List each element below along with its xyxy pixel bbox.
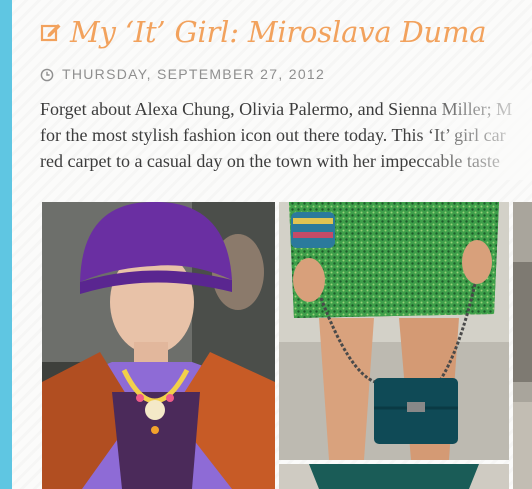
- left-rail: [0, 0, 12, 489]
- post-date: THURSDAY, SEPTEMBER 27, 2012: [62, 66, 326, 82]
- clock-icon: [40, 67, 54, 82]
- edit-icon[interactable]: [40, 21, 62, 43]
- post-title-row: My ‘It’ Girl: Miroslava Duma: [40, 12, 487, 52]
- post-body-line: for the most stylish fashion icon out th…: [40, 125, 506, 145]
- post-date-row: THURSDAY, SEPTEMBER 27, 2012: [40, 64, 325, 84]
- post-body-line: Forget about Alexa Chung, Olivia Palermo…: [40, 99, 513, 119]
- photo-teal-look[interactable]: [279, 464, 509, 489]
- photo-right-partial[interactable]: [513, 202, 532, 489]
- post-body-line: red carpet to a casual day on the town w…: [40, 151, 500, 171]
- photo-purple-beanie-look[interactable]: [42, 202, 275, 489]
- post-title[interactable]: My ‘It’ Girl: Miroslava Duma: [70, 15, 487, 49]
- photo-grid: [42, 202, 532, 489]
- blog-post: My ‘It’ Girl: Miroslava Duma THURSDAY, S…: [12, 0, 532, 489]
- post-body: Forget about Alexa Chung, Olivia Palermo…: [40, 96, 532, 174]
- photo-green-tweed-look[interactable]: [279, 202, 509, 460]
